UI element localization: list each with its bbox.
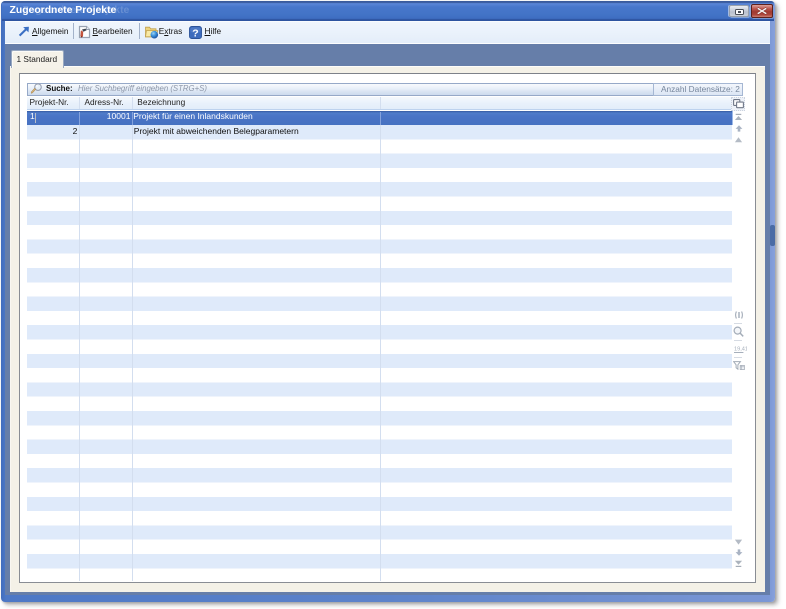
svg-text:?: ? <box>192 27 198 39</box>
svg-text:19,41: 19,41 <box>734 346 747 352</box>
